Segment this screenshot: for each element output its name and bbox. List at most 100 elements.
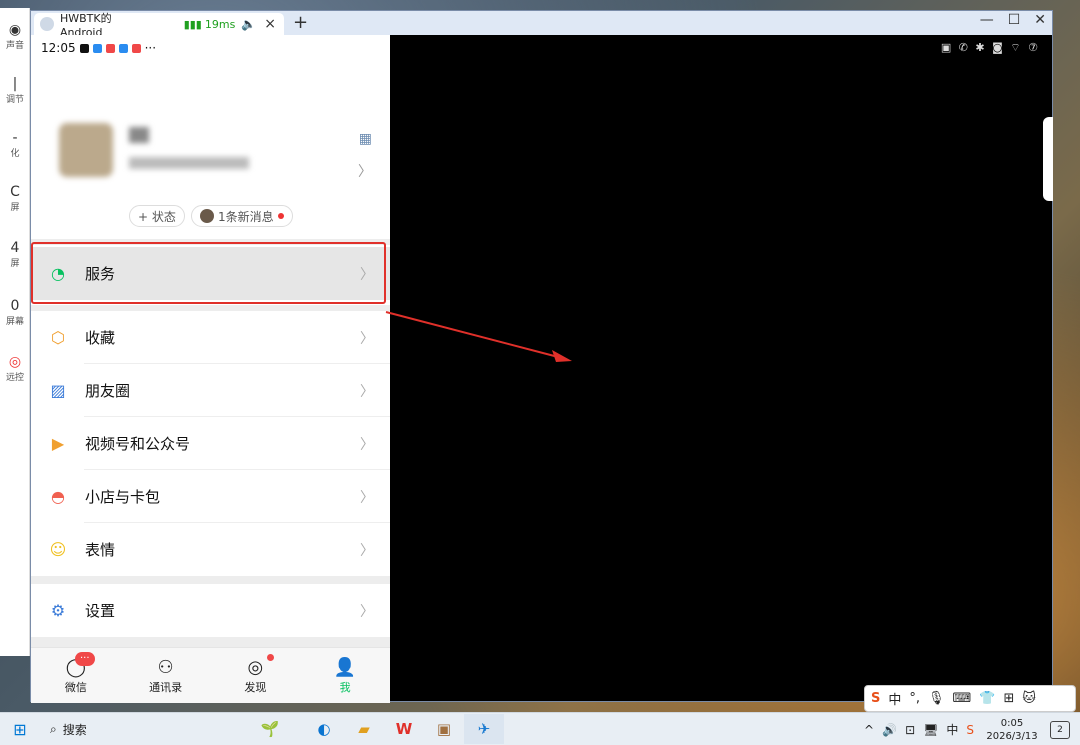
- annotation-highlight-box: [31, 242, 386, 304]
- app-icon: [118, 43, 128, 53]
- edge-icon[interactable]: ◐: [304, 714, 344, 744]
- new-message-chip[interactable]: 1条新消息: [191, 205, 293, 227]
- app-icon: [131, 43, 141, 53]
- grid-icon[interactable]: ⊞: [1004, 691, 1015, 706]
- profile-header[interactable]: ▦ 〉 + 状态 1条新消息: [31, 105, 390, 227]
- section-gap: [31, 637, 390, 647]
- sogou-logo-icon[interactable]: S: [871, 691, 880, 706]
- unread-badge: ···: [75, 652, 95, 666]
- volume-icon[interactable]: 🔈: [241, 17, 256, 31]
- side-handle[interactable]: [1043, 117, 1053, 201]
- app-icon: [105, 43, 115, 53]
- phone-screen: 12:05 ··· ▦ 〉 + 状态 1条新消息 ◔ 服务 〉 ⬡ 收藏 〉 ▨…: [31, 35, 390, 703]
- status-more: ···: [144, 41, 157, 55]
- new-tab-button[interactable]: +: [293, 12, 308, 33]
- chevron-right-icon: 〉: [358, 164, 372, 180]
- chevron-right-icon: 〉: [360, 330, 374, 347]
- wps-icon[interactable]: W: [384, 714, 424, 744]
- side-item-remote[interactable]: ◎ 远控: [0, 354, 30, 383]
- side-item-adjust[interactable]: | 调节: [0, 76, 30, 105]
- device-icon: [40, 17, 54, 31]
- device-status-icons: ▣ ✆ ✱ ◙ ⌔ ⑦: [940, 41, 1040, 54]
- tab-me[interactable]: 👤 我: [300, 648, 390, 703]
- mascot-icon[interactable]: 🐱: [1022, 691, 1036, 706]
- mirror-window: HWBTK的Android ▮▮▮ 19ms 🔈 × + — ☐ ✕ ▣ ✆ ✱…: [30, 10, 1053, 703]
- sogou-tray-icon[interactable]: S: [966, 723, 974, 737]
- phone-statusbar: 12:05 ···: [41, 41, 156, 55]
- network-icon[interactable]: ⊡: [905, 723, 915, 737]
- menu-item-emoji[interactable]: ☺ 表情 〉: [31, 523, 390, 576]
- side-item-screen-c[interactable]: C屏: [0, 184, 30, 213]
- window-titlebar: HWBTK的Android ▮▮▮ 19ms 🔈 × + — ☐ ✕: [31, 11, 1052, 39]
- side-item-sound[interactable]: ◉ 声音: [0, 22, 30, 51]
- notification-center-icon[interactable]: 2: [1050, 720, 1070, 739]
- bottom-tab-bar: ◯ 微信 ··· ⚇ 通讯录 ◎ 发现 👤 我: [31, 647, 390, 703]
- tab-discover[interactable]: ◎ 发现: [211, 648, 301, 703]
- unread-dot: [277, 213, 284, 219]
- chevron-right-icon: 〉: [360, 383, 374, 400]
- tab-contacts[interactable]: ⚇ 通讯录: [121, 648, 211, 703]
- ime-indicator[interactable]: 中: [946, 721, 958, 738]
- profile-name-blurred: [129, 127, 149, 143]
- channels-icon: ▶: [51, 434, 65, 453]
- menu-item-shop[interactable]: ◓ 小店与卡包 〉: [31, 470, 390, 523]
- keyboard-icon[interactable]: ⌨: [953, 691, 972, 706]
- menu-item-settings[interactable]: ⚙ 设置 〉: [31, 584, 390, 637]
- windows-start-icon[interactable]: ⊞: [0, 720, 40, 739]
- settings-icon: ⚙: [50, 601, 66, 620]
- favorites-icon: ⬡: [51, 328, 65, 347]
- shop-icon: ◓: [51, 487, 65, 506]
- menu-item-favorites[interactable]: ⬡ 收藏 〉: [31, 311, 390, 364]
- close-button[interactable]: ✕: [1034, 12, 1046, 28]
- device-tab[interactable]: HWBTK的Android ▮▮▮ 19ms 🔈 ×: [34, 12, 284, 39]
- new-dot: [266, 654, 274, 661]
- contacts-icon: ⚇: [157, 656, 174, 678]
- side-item-screen[interactable]: 0 屏幕: [0, 298, 30, 327]
- mini-avatar: [200, 209, 214, 223]
- maximize-button[interactable]: ☐: [1008, 12, 1021, 28]
- ime-mode-toggle[interactable]: 中: [888, 689, 901, 708]
- chevron-right-icon: 〉: [360, 542, 374, 559]
- taskbar-search[interactable]: ⌕ 搜索: [40, 716, 230, 742]
- mirror-app-icon[interactable]: ✈: [464, 714, 504, 744]
- system-tray: ^ 🔊 ⊡ 🖥 中 S 0:05 2026/3/13 2: [864, 713, 1080, 745]
- window-controls: — ☐ ✕: [980, 12, 1046, 28]
- tiktok-icon: [79, 43, 89, 53]
- menu-item-channels[interactable]: ▶ 视频号和公众号 〉: [31, 417, 390, 470]
- search-icon: ⌕: [50, 721, 57, 736]
- minimize-button[interactable]: —: [980, 12, 994, 28]
- side-panel: ◉ 声音 | 调节 -化 C屏 4屏 0 屏幕 ◎ 远控: [0, 8, 30, 656]
- display-icon[interactable]: 🖥: [923, 723, 938, 737]
- chevron-right-icon: 〉: [360, 436, 374, 453]
- app-icon: [92, 43, 102, 53]
- person-icon: 👤: [333, 656, 357, 678]
- taskbar: ⊞ ⌕ 搜索 🌱 ◐ ▰ W ▣ ✈ ^ 🔊 ⊡ 🖥 中 S 0:05 2026…: [0, 712, 1080, 745]
- compass-icon: ◎: [247, 656, 264, 678]
- skin-icon[interactable]: 👕: [979, 691, 995, 706]
- emoji-icon: ☺: [49, 540, 67, 559]
- chevron-right-icon: 〉: [360, 489, 374, 506]
- moments-icon: ▨: [50, 381, 66, 400]
- file-explorer-icon[interactable]: ▰: [344, 714, 384, 744]
- side-item-screen-4[interactable]: 4屏: [0, 240, 30, 269]
- plant-widget-icon[interactable]: 🌱: [250, 714, 290, 744]
- clock[interactable]: 0:05 2026/3/13: [982, 717, 1042, 743]
- microphone-icon[interactable]: 🎙: [928, 691, 945, 706]
- qr-code-icon[interactable]: ▦: [359, 131, 372, 147]
- chevron-right-icon: 〉: [360, 603, 374, 620]
- chevron-up-icon[interactable]: ^: [864, 723, 874, 737]
- punctuation-icon[interactable]: °,: [909, 691, 920, 706]
- package-icon[interactable]: ▣: [424, 714, 464, 744]
- ime-toolbar: S 中 °, 🎙 ⌨ 👕 ⊞ 🐱: [864, 685, 1076, 712]
- status-time: 12:05: [41, 41, 76, 55]
- side-item-optimize[interactable]: -化: [0, 130, 30, 159]
- status-chip[interactable]: + 状态: [129, 205, 185, 227]
- tab-chats[interactable]: ◯ 微信 ···: [31, 648, 121, 703]
- section-gap: [31, 576, 390, 584]
- volume-icon[interactable]: 🔊: [882, 723, 897, 737]
- menu-item-moments[interactable]: ▨ 朋友圈 〉: [31, 364, 390, 417]
- wechat-id-blurred: [129, 157, 249, 169]
- avatar[interactable]: [59, 123, 113, 177]
- tab-close-icon[interactable]: ×: [264, 16, 276, 32]
- latency-text: 19ms: [204, 17, 236, 31]
